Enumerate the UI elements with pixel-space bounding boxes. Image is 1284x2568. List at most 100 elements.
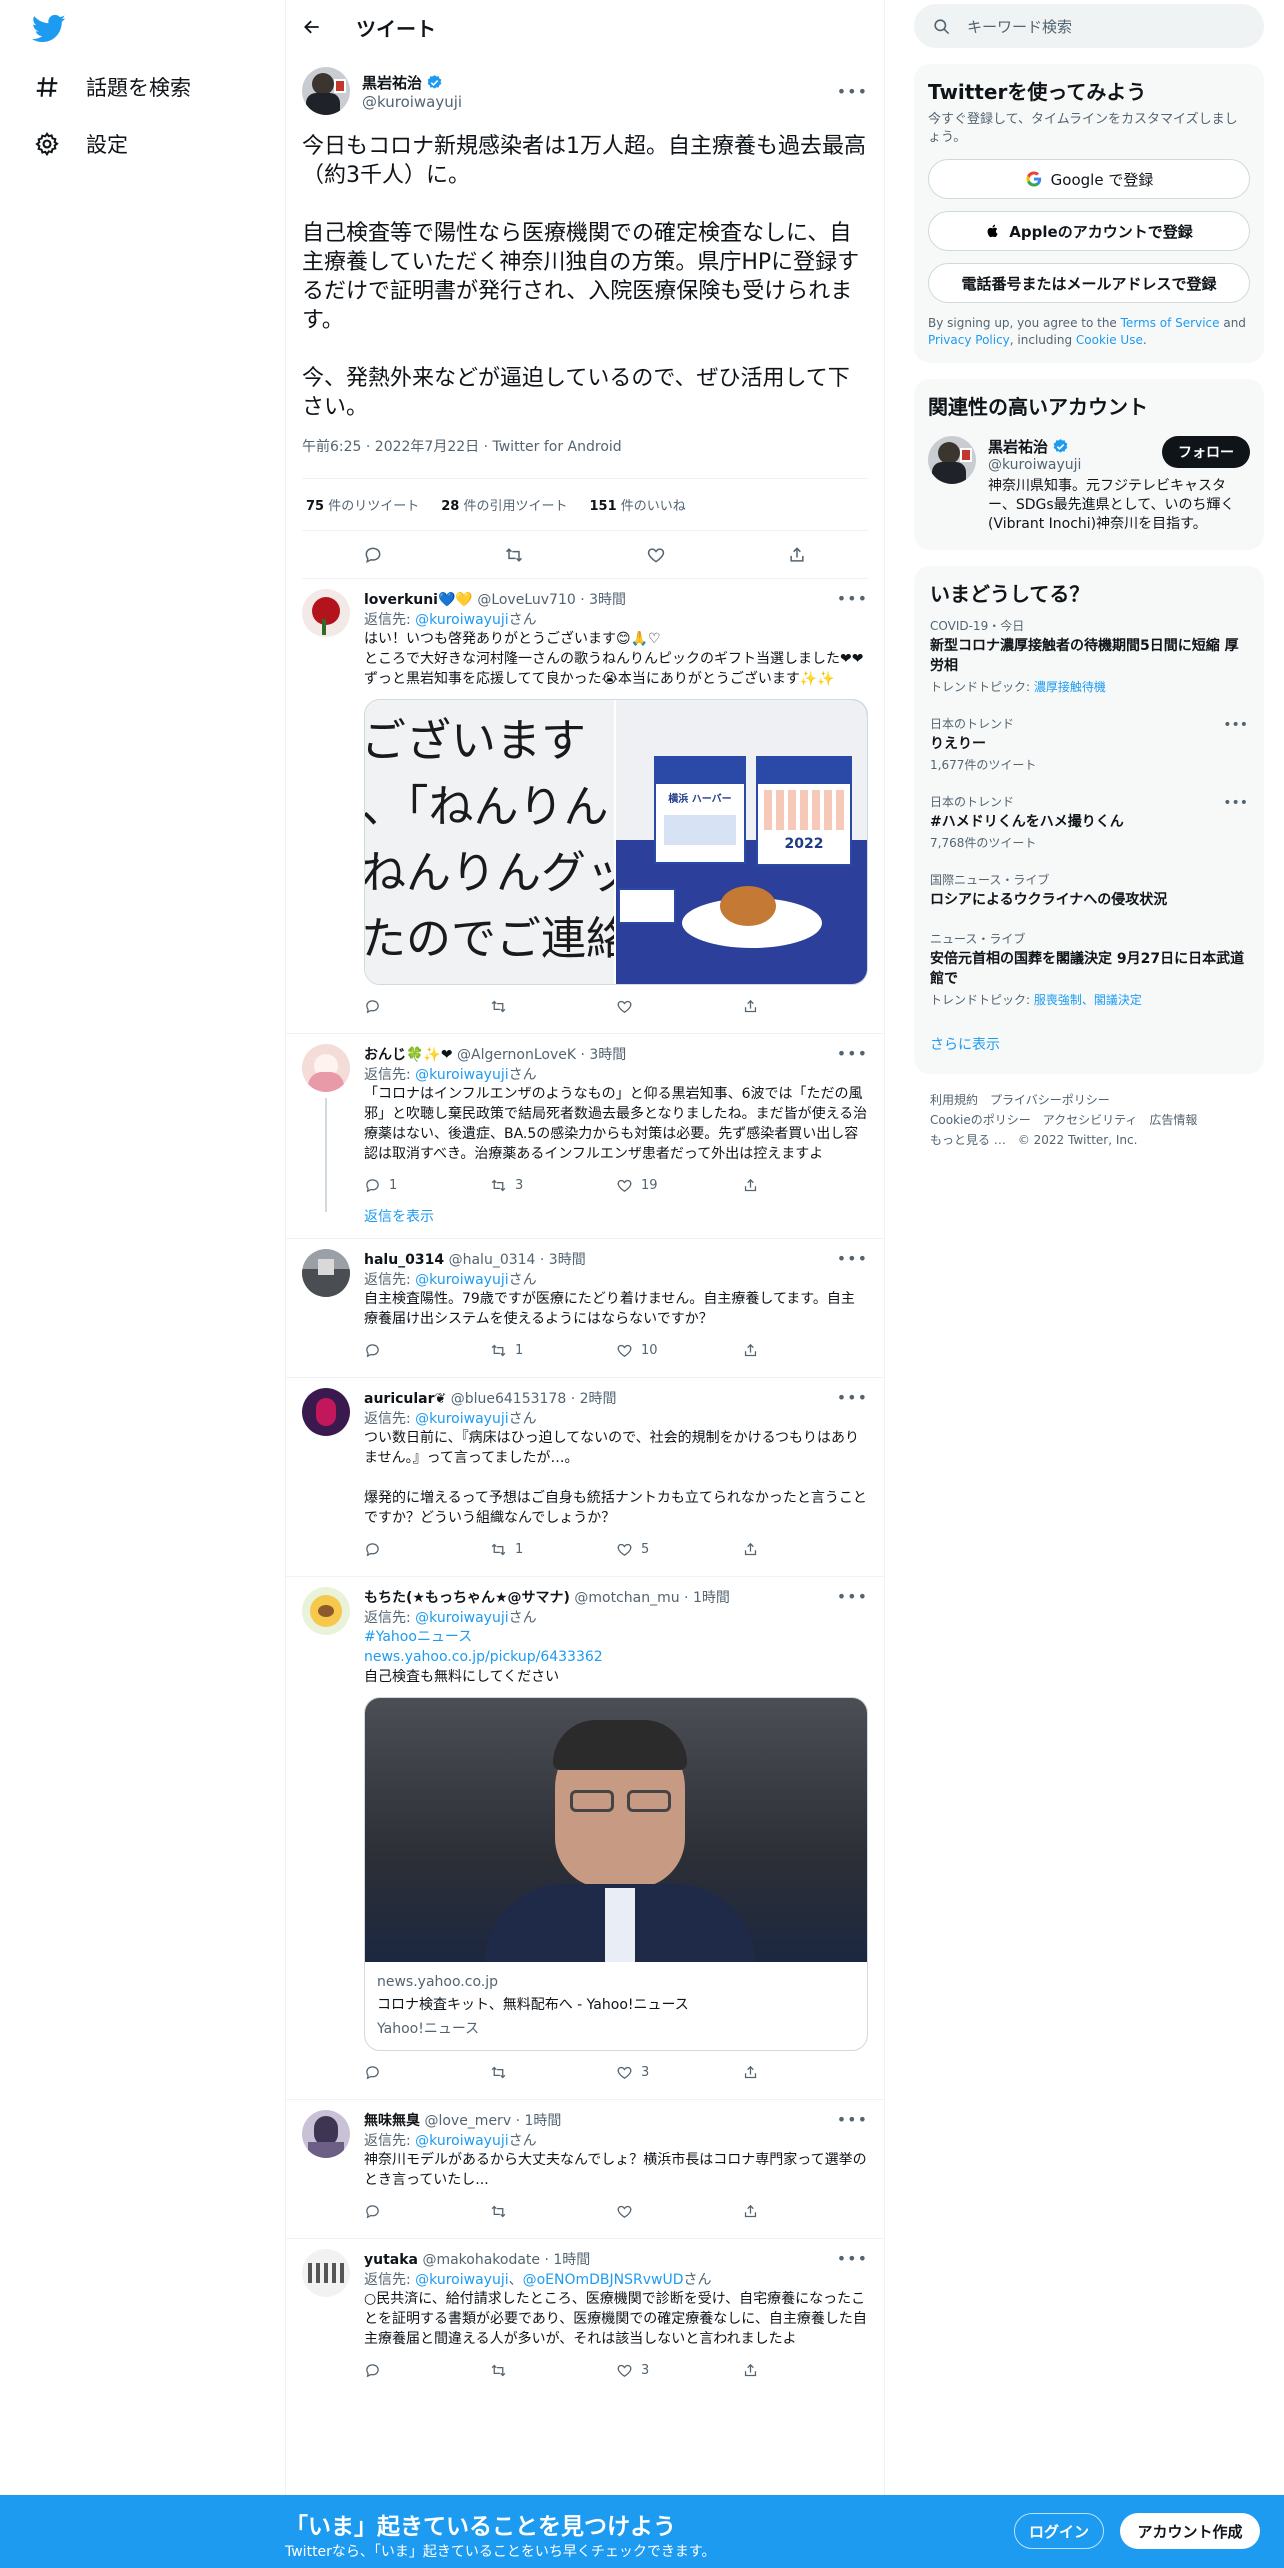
reply-author-handle[interactable]: @LoveLuv710 — [477, 592, 575, 608]
show-replies-link[interactable]: 返信を表示 — [364, 1200, 868, 1226]
reply-time[interactable]: · 1時間 — [516, 2113, 562, 2129]
back-arrow-icon[interactable] — [302, 17, 322, 37]
reply-author-handle[interactable]: @blue64153178 — [451, 1391, 567, 1407]
show-more-link[interactable]: さらに表示 — [914, 1018, 1264, 1074]
retweet-icon[interactable] — [504, 545, 524, 565]
like-icon[interactable] — [616, 1177, 633, 1194]
mention-link[interactable]: @oENOmDBJNSRvwUD — [523, 2272, 684, 2288]
retweet-count[interactable]: 75 件のリツイート — [306, 495, 419, 514]
mention-link[interactable]: @kuroiwayuji — [415, 612, 508, 628]
like-icon[interactable] — [616, 1541, 633, 1558]
reply-icon[interactable] — [364, 2203, 381, 2220]
reply-time[interactable]: · 3時間 — [581, 1047, 627, 1063]
mention-link[interactable]: @kuroiwayuji — [415, 1067, 508, 1083]
reply-time[interactable]: · 1時間 — [684, 1590, 730, 1606]
reply-tweet[interactable]: 無味無臭 @love_merv · 1時間 ••• 返信先: @kuroiway… — [286, 2100, 884, 2239]
reply-icon[interactable] — [363, 545, 383, 565]
share-icon[interactable] — [742, 998, 759, 1015]
more-options-icon[interactable]: ••• — [837, 2110, 868, 2129]
search-box[interactable]: キーワード検索 — [914, 4, 1264, 48]
share-icon[interactable] — [742, 1177, 759, 1194]
hashtag-link[interactable]: #Yahooニュース — [364, 1627, 868, 1647]
follow-button[interactable]: フォロー — [1162, 436, 1250, 468]
reply-time[interactable]: · 3時間 — [580, 592, 626, 608]
apple-signup-button[interactable]: Appleのアカウントで登録 — [928, 211, 1250, 251]
reply-author-name[interactable]: halu_0314 — [364, 1252, 444, 1268]
author-handle[interactable]: @kuroiwayuji — [362, 93, 462, 111]
share-icon[interactable] — [742, 2362, 759, 2379]
reply-author-name[interactable]: 無味無臭 — [364, 2113, 420, 2129]
reply-author-handle[interactable]: @love_merv — [424, 2113, 511, 2129]
mention-link[interactable]: @kuroiwayuji — [415, 1272, 508, 1288]
footer-accessibility[interactable]: アクセシビリティ — [1043, 1113, 1138, 1127]
reply-tweet[interactable]: おんじ🍀✨❤ @AlgernonLoveK · 3時間 ••• 返信先: @ku… — [286, 1034, 884, 1239]
trend-item[interactable]: 日本のトレンド りえりー 1,677件のツイート ••• — [914, 705, 1264, 783]
reply-author-name[interactable]: auricular❦ — [364, 1391, 446, 1407]
terms-link[interactable]: Terms of Service — [1121, 316, 1220, 330]
trend-item[interactable]: 国際ニュース・ライブ ロシアによるウクライナへの侵攻状況 — [914, 861, 1264, 920]
like-icon[interactable] — [616, 1342, 633, 1359]
share-icon[interactable] — [742, 1342, 759, 1359]
avatar[interactable] — [302, 1388, 350, 1436]
like-count[interactable]: 151 件のいいね — [590, 495, 686, 514]
footer-more[interactable]: もっと見る … — [930, 1133, 1006, 1147]
more-options-icon[interactable]: ••• — [837, 1044, 868, 1063]
url-link[interactable]: news.yahoo.co.jp/pickup/6433362 — [364, 1647, 868, 1667]
reply-media[interactable]: ございます 、「ねんりん ねんりんグッ たのでご連絡 横浜 ハーバー 2022 — [364, 699, 868, 985]
retweet-icon[interactable] — [490, 2362, 507, 2379]
reply-author-handle[interactable]: @motchan_mu — [574, 1590, 679, 1606]
reply-icon[interactable] — [364, 998, 381, 1015]
tweet-meta[interactable]: 午前6:25 · 2022年7月22日 · Twitter for Androi… — [302, 436, 868, 456]
reply-time[interactable]: · 3時間 — [540, 1252, 586, 1268]
reply-time[interactable]: · 1時間 — [545, 2252, 591, 2268]
footer-privacy[interactable]: プライバシーポリシー — [990, 1093, 1110, 1107]
related-name[interactable]: 黒岩祐治 — [988, 436, 1048, 457]
link-card[interactable]: news.yahoo.co.jp コロナ検査キット、無料配布へ - Yahoo!… — [364, 1697, 868, 2051]
avatar[interactable] — [302, 2249, 350, 2297]
reply-time[interactable]: · 2時間 — [571, 1391, 617, 1407]
cookie-link[interactable]: Cookie Use — [1076, 333, 1143, 347]
reply-author-handle[interactable]: @AlgernonLoveK — [457, 1047, 576, 1063]
reply-icon[interactable] — [364, 1177, 381, 1194]
footer-cookie[interactable]: Cookieのポリシー — [930, 1113, 1031, 1127]
reply-tweet[interactable]: もちた(★もっちゃん★@サマナ) @motchan_mu · 1時間 ••• 返… — [286, 1577, 884, 2100]
reply-tweet[interactable]: halu_0314 @halu_0314 · 3時間 ••• 返信先: @kur… — [286, 1239, 884, 1378]
retweet-icon[interactable] — [490, 2064, 507, 2081]
trend-item[interactable]: 日本のトレンド #ハメドリくんをハメ撮りくん 7,768件のツイート ••• — [914, 783, 1264, 861]
avatar[interactable] — [302, 1587, 350, 1635]
nav-settings[interactable]: 設定 — [34, 124, 128, 164]
like-icon[interactable] — [616, 2362, 633, 2379]
more-options-icon[interactable]: ••• — [1223, 717, 1248, 733]
author-name[interactable]: 黒岩祐治 — [362, 72, 422, 93]
share-icon[interactable] — [742, 2203, 759, 2220]
reply-icon[interactable] — [364, 1342, 381, 1359]
mention-link[interactable]: @kuroiwayuji — [415, 2272, 508, 2288]
more-options-icon[interactable]: ••• — [837, 2249, 868, 2268]
reply-author-name[interactable]: おんじ🍀✨❤ — [364, 1047, 453, 1063]
share-icon[interactable] — [742, 2064, 759, 2081]
more-options-icon[interactable]: ••• — [837, 1249, 868, 1268]
trend-item[interactable]: ニュース・ライブ 安倍元首相の国葬を閣議決定 9月27日に日本武道館で トレンド… — [914, 920, 1264, 1018]
like-icon[interactable] — [616, 2203, 633, 2220]
mention-link[interactable]: @kuroiwayuji — [415, 1411, 508, 1427]
avatar[interactable] — [928, 436, 976, 484]
reply-author-name[interactable]: loverkuni💙💛 — [364, 592, 473, 608]
avatar[interactable] — [302, 1044, 350, 1092]
retweet-icon[interactable] — [490, 1342, 507, 1359]
trend-item[interactable]: COVID-19・今日 新型コロナ濃厚接触者の待機期間5日間に短縮 厚労相 トレ… — [914, 607, 1264, 705]
footer-terms[interactable]: 利用規約 — [930, 1093, 978, 1107]
reply-author-handle[interactable]: @makohakodate — [422, 2252, 540, 2268]
reply-icon[interactable] — [364, 2064, 381, 2081]
share-icon[interactable] — [787, 545, 807, 565]
more-options-icon[interactable]: ••• — [837, 1587, 868, 1606]
google-signup-button[interactable]: Google で登録 — [928, 159, 1250, 199]
reply-tweet[interactable]: auricular❦ @blue64153178 · 2時間 ••• 返信先: … — [286, 1378, 884, 1577]
reply-author-handle[interactable]: @halu_0314 — [449, 1252, 536, 1268]
retweet-icon[interactable] — [490, 2203, 507, 2220]
mention-link[interactable]: @kuroiwayuji — [415, 1610, 508, 1626]
avatar[interactable] — [302, 1249, 350, 1297]
footer-ads[interactable]: 広告情報 — [1149, 1113, 1197, 1127]
like-icon[interactable] — [646, 545, 666, 565]
avatar[interactable] — [302, 589, 350, 637]
reply-tweet[interactable]: loverkuni💙💛 @LoveLuv710 · 3時間 ••• 返信先: @… — [286, 579, 884, 1034]
